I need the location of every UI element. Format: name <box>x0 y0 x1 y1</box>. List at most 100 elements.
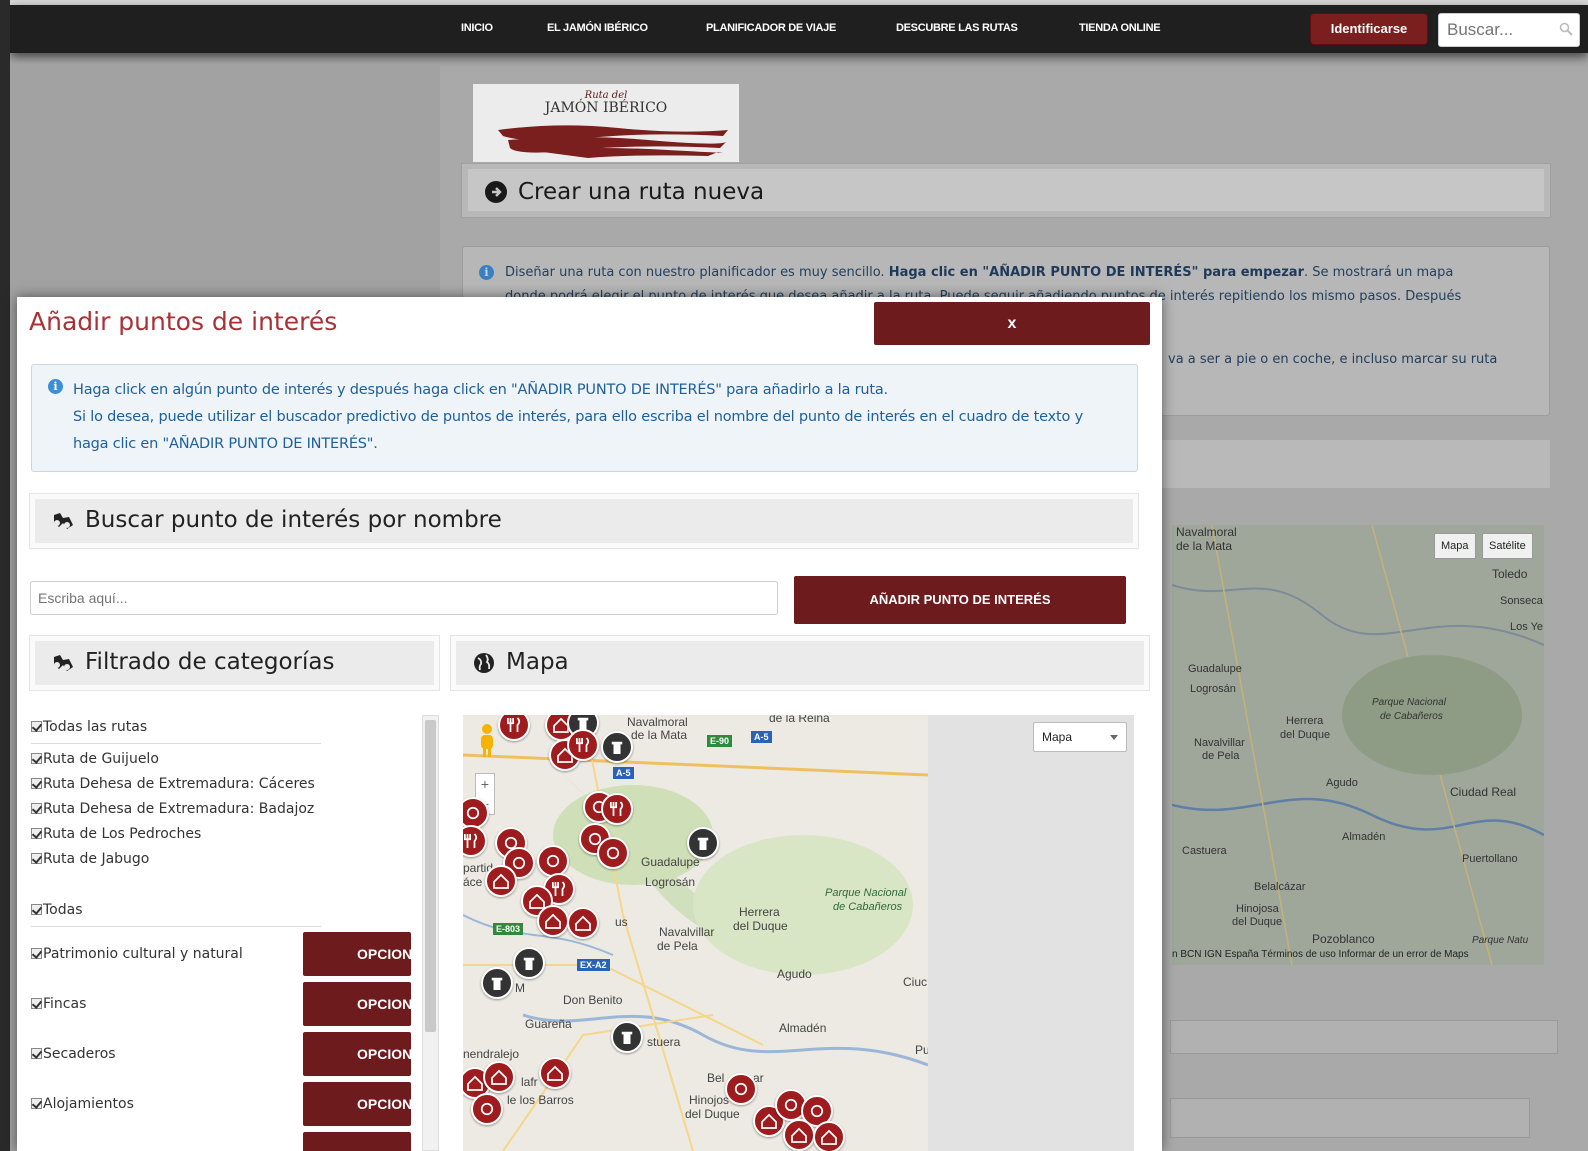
scrollbar-thumb[interactable] <box>425 720 436 1032</box>
road-label: A-5 <box>751 731 772 743</box>
map-label: Guareña <box>525 1017 572 1031</box>
map-label: del Duque <box>685 1107 740 1121</box>
map-label: Guadalupe <box>641 855 700 869</box>
map-label: Don Benito <box>563 993 623 1007</box>
category-checkbox-secaderos[interactable]: Secaderos <box>31 1046 116 1066</box>
restaurant-marker[interactable] <box>567 729 599 761</box>
bg-map-label: Logrosán <box>1190 683 1236 695</box>
options-button-fincas[interactable]: OPCIONES <box>303 982 411 1026</box>
bg-map-label: Ciudad Real <box>1450 785 1517 799</box>
bg-map-label: Agudo <box>1326 777 1358 789</box>
bg-map-label: Navalmoral <box>1176 525 1237 539</box>
route-label: Ruta Dehesa de Extremadura: Cáceres <box>43 776 315 792</box>
search-section-title: Buscar punto de interés por nombre <box>85 507 502 533</box>
category-checkbox-fincas[interactable]: Fincas <box>31 996 86 1016</box>
divider <box>31 926 321 927</box>
route-checkbox-jabugo[interactable]: Ruta de Jabugo <box>31 851 149 871</box>
poi-search-input[interactable] <box>30 581 778 615</box>
nav-tienda-online[interactable]: TIENDA ONLINE <box>1079 22 1161 34</box>
activity-marker[interactable] <box>725 1073 757 1105</box>
lodging-marker[interactable] <box>813 1121 845 1151</box>
bg-map-label: de Pela <box>1202 750 1240 762</box>
nav-jamon-iberico[interactable]: EL JAMÓN IBÉRICO <box>547 22 648 34</box>
route-label: Ruta de Guijuelo <box>43 751 159 767</box>
activity-marker[interactable] <box>463 797 489 829</box>
checkbox-checked-icon[interactable] <box>31 997 42 1009</box>
shop-marker[interactable] <box>597 837 629 869</box>
restaurant-marker[interactable] <box>463 825 487 857</box>
monument-marker[interactable] <box>601 731 633 763</box>
options-button-patrimonio[interactable]: OPCIONES <box>303 932 411 976</box>
info-line-1: Haga click en algún punto de interés y d… <box>73 382 888 398</box>
checkbox-checked-icon[interactable] <box>31 852 42 864</box>
map-label: le los Barros <box>507 1093 574 1107</box>
divider <box>31 743 321 744</box>
route-label: Ruta de Jabugo <box>43 851 150 867</box>
restaurant-marker[interactable] <box>498 715 530 741</box>
route-checkbox-caceres[interactable]: Ruta Dehesa de Extremadura: Cáceres <box>31 776 315 796</box>
map-label: de Cabañeros <box>833 901 903 913</box>
poi-map[interactable]: +− Navalmoral de la Mata de la Reina Gua… <box>463 715 1134 1151</box>
info-icon: i <box>479 265 494 280</box>
filter-scrollbar[interactable] <box>422 715 439 1151</box>
map-tiles[interactable]: +− Navalmoral de la Mata de la Reina Gua… <box>463 715 928 1151</box>
lodging-marker[interactable] <box>483 1061 515 1093</box>
background-map-type-satellite: Satélite <box>1482 533 1533 559</box>
category-checkbox-patrimonio[interactable]: Patrimonio cultural y natural <box>31 946 243 966</box>
checkbox-checked-icon[interactable] <box>31 827 42 839</box>
route-checkbox-pedroches[interactable]: Ruta de Los Pedroches <box>31 826 201 846</box>
add-poi-button[interactable]: AÑADIR PUNTO DE INTERÉS <box>794 576 1126 624</box>
options-button-secaderos[interactable]: OPCIONES <box>303 1032 411 1076</box>
lodging-marker[interactable] <box>537 905 569 937</box>
checkbox-checked-icon[interactable] <box>31 1047 42 1059</box>
options-button-alojamientos[interactable]: OPCIONES <box>303 1082 411 1126</box>
login-button[interactable]: Identificarse <box>1310 13 1428 45</box>
lodging-marker[interactable] <box>539 1057 571 1089</box>
map-label: Navalvillar <box>659 925 715 939</box>
route-checkbox-badajoz[interactable]: Ruta Dehesa de Extremadura: Badajoz <box>31 801 314 821</box>
monument-marker[interactable] <box>481 967 513 999</box>
map-label: M <box>515 981 525 995</box>
arrow-circle-icon <box>485 181 507 203</box>
monument-marker[interactable] <box>611 1021 643 1053</box>
bg-map-label: Puertollano <box>1462 853 1518 865</box>
lodging-marker[interactable] <box>485 865 517 897</box>
nav-planificador[interactable]: PLANIFICADOR DE VIAJE <box>706 22 836 34</box>
modal-info-box: i Haga click en algún punto de interés y… <box>31 364 1138 472</box>
search-icon[interactable] <box>1559 22 1573 36</box>
checkbox-checked-icon[interactable] <box>31 802 42 814</box>
road-label: E-90 <box>707 735 733 747</box>
background-map-footer: n BCN IGN España Términos de uso Informa… <box>1172 949 1469 960</box>
restaurant-marker[interactable] <box>601 793 633 825</box>
nav-inicio[interactable]: INICIO <box>461 22 493 34</box>
monument-marker[interactable] <box>513 947 545 979</box>
route-checkbox-all[interactable]: Todas las rutas <box>31 719 147 739</box>
map-label: Logrosán <box>645 875 696 889</box>
lodging-marker[interactable] <box>567 907 599 939</box>
bg-map-label: de la Mata <box>1176 539 1233 553</box>
checkbox-checked-icon[interactable] <box>31 777 42 789</box>
checkbox-checked-icon[interactable] <box>31 720 42 732</box>
category-checkbox-all[interactable]: Todas <box>31 902 83 922</box>
checkbox-checked-icon[interactable] <box>31 1097 42 1109</box>
options-button-next[interactable] <box>303 1132 411 1151</box>
activity-marker[interactable] <box>471 1093 503 1125</box>
nav-descubre-rutas[interactable]: DESCUBRE LAS RUTAS <box>896 22 1018 34</box>
close-button[interactable]: x <box>874 302 1150 345</box>
map-label: Hinojos <box>689 1093 730 1107</box>
map-type-select[interactable]: Mapa <box>1033 722 1127 752</box>
modal-title: Añadir puntos de interés <box>29 307 338 336</box>
route-checkbox-guijuelo[interactable]: Ruta de Guijuelo <box>31 751 159 771</box>
road-label: EX-A2 <box>577 959 610 971</box>
category-checkbox-alojamientos[interactable]: Alojamientos <box>31 1096 134 1116</box>
bg-map-label: Guadalupe <box>1188 663 1242 675</box>
street-view-pegman-icon[interactable] <box>475 723 499 759</box>
monument-marker[interactable] <box>687 827 719 859</box>
activity-marker[interactable] <box>537 845 569 877</box>
checkbox-checked-icon[interactable] <box>31 752 42 764</box>
lodging-marker[interactable] <box>783 1119 815 1151</box>
checkbox-checked-icon[interactable] <box>31 903 42 915</box>
nav-search-input[interactable] <box>1447 15 1557 45</box>
map-label: de la Mata <box>631 728 688 742</box>
checkbox-checked-icon[interactable] <box>31 947 42 959</box>
